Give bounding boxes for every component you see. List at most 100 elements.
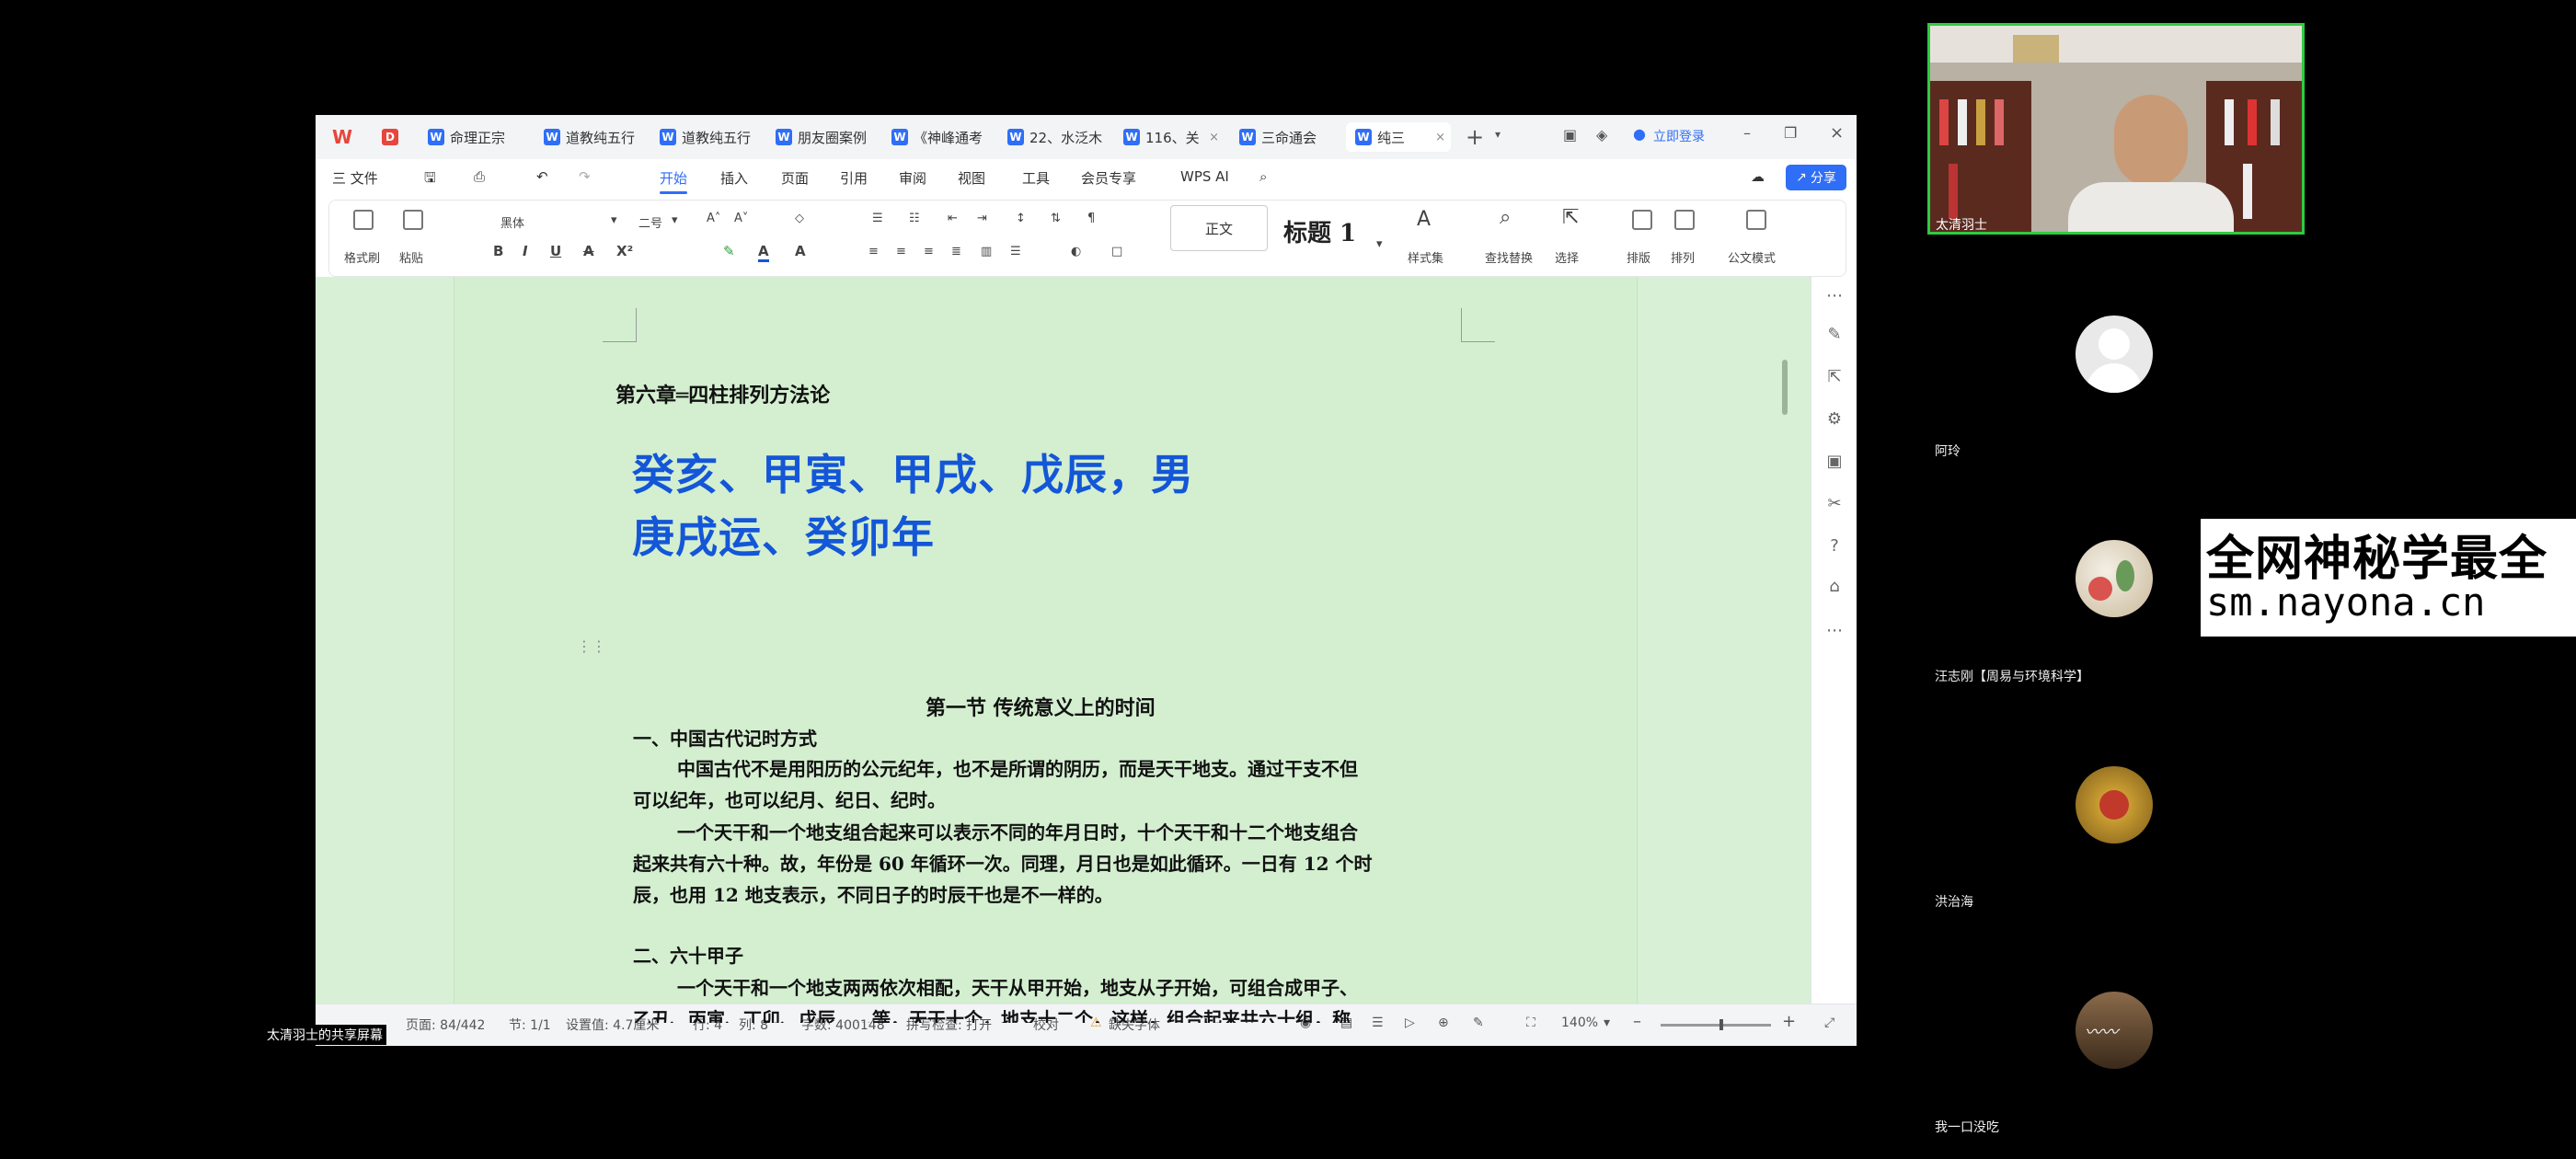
- pen-icon[interactable]: ✎: [1824, 325, 1845, 345]
- sort-icon[interactable]: ⇅: [1051, 212, 1061, 225]
- tab-insert[interactable]: 插入: [720, 168, 748, 188]
- pdf-tab-icon[interactable]: D: [382, 129, 398, 145]
- help-icon[interactable]: ?: [1824, 536, 1845, 557]
- doc-tab[interactable]: W 朋友圈案例: [766, 122, 877, 152]
- close-icon[interactable]: ×: [1435, 131, 1445, 144]
- wps-ai-button[interactable]: WPS AI: [1180, 168, 1229, 185]
- line-spacing-icon[interactable]: ↕: [1016, 212, 1026, 225]
- vertical-scrollbar[interactable]: [1782, 360, 1788, 415]
- avatar[interactable]: [2076, 316, 2153, 393]
- bullets-icon[interactable]: ☰: [872, 212, 883, 225]
- numbering-icon[interactable]: ☷: [909, 212, 920, 225]
- superscript-icon[interactable]: X²: [616, 243, 633, 259]
- format-painter-button[interactable]: 格式刷: [344, 248, 380, 266]
- style-heading1-button[interactable]: 标题 1: [1283, 214, 1356, 248]
- align-right-icon[interactable]: ≡: [924, 245, 934, 258]
- tab-review[interactable]: 审阅: [899, 168, 926, 188]
- underline-icon[interactable]: U: [550, 243, 561, 259]
- doc-tab[interactable]: W 道教纯五行: [650, 122, 761, 152]
- avatar[interactable]: [2076, 766, 2153, 843]
- file-menu[interactable]: 三 文件: [332, 168, 378, 188]
- grow-font-icon[interactable]: A˄: [707, 212, 720, 225]
- zoom-in-icon[interactable]: +: [1782, 1012, 1796, 1031]
- paste-icon[interactable]: [403, 210, 423, 230]
- indent-icon[interactable]: ⇥: [977, 212, 987, 225]
- distribute-icon[interactable]: ▥: [981, 245, 992, 258]
- tab-page[interactable]: 页面: [781, 168, 809, 188]
- minimize-icon[interactable]: –: [1743, 124, 1751, 142]
- window-layout-icon[interactable]: ▣: [1563, 126, 1577, 143]
- search-icon[interactable]: ⌕: [1259, 168, 1267, 185]
- share-tools-icon[interactable]: ✂: [1824, 494, 1845, 514]
- font-size-select[interactable]: 二号: [638, 213, 662, 231]
- drag-handle-icon[interactable]: ⋮⋮: [577, 637, 606, 655]
- arrange-icon[interactable]: [1674, 210, 1695, 230]
- avatar[interactable]: 〰〰: [2076, 992, 2153, 1069]
- paste-button[interactable]: 粘贴: [399, 248, 423, 266]
- italic-icon[interactable]: I: [523, 243, 528, 259]
- pen-mode-icon[interactable]: ✎: [1473, 1016, 1484, 1030]
- layout-button[interactable]: 排版: [1627, 248, 1650, 266]
- status-page[interactable]: 页面: 84/442: [406, 1016, 485, 1034]
- tab-view[interactable]: 视图: [958, 168, 985, 188]
- doc-tab[interactable]: W 三命通会: [1230, 122, 1340, 152]
- clear-format-icon[interactable]: ◇: [795, 212, 804, 225]
- justify-icon[interactable]: ≣: [951, 245, 961, 258]
- select-icon[interactable]: ⇱: [1562, 206, 1579, 229]
- shading-icon[interactable]: ◐: [1071, 245, 1081, 258]
- more-dots-icon[interactable]: ⋯: [1824, 621, 1845, 641]
- bold-icon[interactable]: B: [493, 243, 503, 259]
- font-name-select[interactable]: 黑体: [500, 213, 524, 231]
- highlight-icon[interactable]: ✎: [723, 243, 735, 259]
- heading-style-more[interactable]: ▾: [1376, 237, 1383, 251]
- arrange-button[interactable]: 排列: [1671, 248, 1695, 266]
- restore-icon[interactable]: ❐: [1784, 124, 1797, 142]
- new-tab-icon[interactable]: +: [1466, 124, 1484, 150]
- char-shading-icon[interactable]: A: [795, 243, 806, 259]
- play-icon[interactable]: ▷: [1405, 1016, 1415, 1030]
- layout-icon[interactable]: [1632, 210, 1652, 230]
- tab-tools[interactable]: 工具: [1022, 168, 1050, 188]
- save-icon[interactable]: 🖫: [424, 168, 436, 191]
- official-mode-button[interactable]: 公文模式: [1728, 248, 1776, 266]
- find-replace-icon[interactable]: ⌕: [1500, 206, 1511, 229]
- doc-tab[interactable]: W 命理正宗: [419, 122, 529, 152]
- border-icon[interactable]: □: [1111, 245, 1122, 258]
- outline-view-icon[interactable]: ☰: [1372, 1016, 1384, 1030]
- format-painter-icon[interactable]: [353, 210, 374, 230]
- outdent-icon[interactable]: ⇤: [948, 212, 958, 225]
- login-link[interactable]: 立即登录: [1653, 127, 1705, 145]
- chevron-down-icon[interactable]: ▾: [672, 213, 678, 227]
- find-replace-button[interactable]: 查找替换: [1485, 248, 1533, 266]
- close-icon[interactable]: ×: [1209, 131, 1219, 144]
- zoom-slider-thumb[interactable]: [1719, 1019, 1723, 1030]
- wps-logo-icon[interactable]: W: [332, 126, 352, 148]
- tab-home[interactable]: 开始: [660, 168, 688, 194]
- redo-icon[interactable]: ↷: [579, 168, 591, 185]
- select-button[interactable]: 选择: [1555, 248, 1579, 266]
- zoom-level[interactable]: 140%: [1561, 1016, 1598, 1030]
- shirt-icon[interactable]: ⌂: [1824, 577, 1845, 597]
- align-center-icon[interactable]: ≡: [896, 245, 906, 258]
- official-doc-icon[interactable]: [1746, 210, 1766, 230]
- paragraph-spacing-icon[interactable]: ☰: [1010, 245, 1021, 258]
- avatar[interactable]: [2076, 540, 2153, 617]
- cube-icon[interactable]: ◈: [1596, 126, 1607, 143]
- cloud-icon[interactable]: ☁: [1751, 168, 1765, 185]
- image-tools-icon[interactable]: ▣: [1824, 452, 1845, 472]
- style-normal-button[interactable]: 正文: [1170, 205, 1268, 251]
- doc-tab-active[interactable]: W 纯三 ×: [1346, 122, 1451, 152]
- adjust-icon[interactable]: ⚙: [1824, 409, 1845, 430]
- doc-tab[interactable]: W 《神峰通考: [882, 122, 993, 152]
- chevron-down-icon[interactable]: ▾: [611, 213, 617, 227]
- print-icon[interactable]: ⎙: [474, 168, 485, 185]
- doc-tab[interactable]: W 22、水泛木: [998, 122, 1109, 152]
- fit-icon[interactable]: ⛶: [1526, 1016, 1535, 1030]
- cursor-icon[interactable]: ⇱: [1824, 367, 1845, 387]
- share-button[interactable]: ↗ 分享: [1786, 165, 1846, 190]
- style-set-icon[interactable]: A: [1417, 208, 1431, 231]
- more-dots-icon[interactable]: ⋯: [1824, 286, 1845, 306]
- style-set-button[interactable]: 样式集: [1408, 248, 1443, 266]
- shrink-font-icon[interactable]: A˅: [734, 212, 748, 225]
- zoom-slider[interactable]: [1661, 1024, 1771, 1027]
